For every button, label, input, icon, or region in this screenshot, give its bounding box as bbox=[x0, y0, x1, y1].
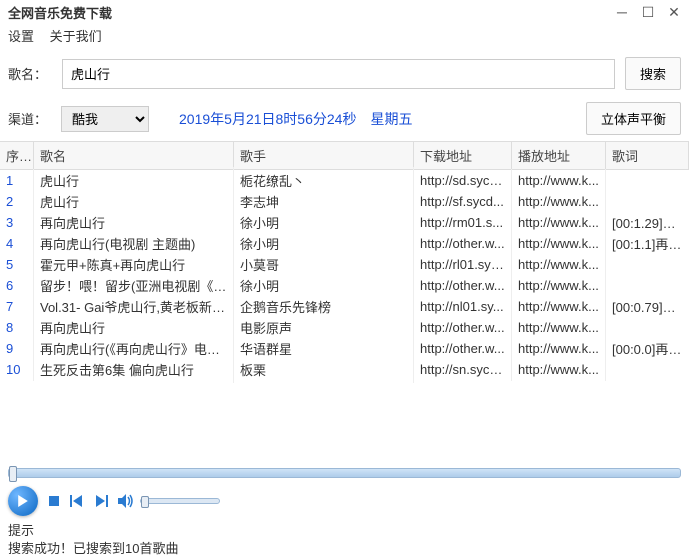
cell-play: http://www.k... bbox=[512, 232, 606, 255]
col-header-singer[interactable]: 歌手 bbox=[234, 142, 414, 169]
cell-download: http://other.w... bbox=[414, 232, 512, 255]
cell-idx: 8 bbox=[0, 316, 34, 339]
cell-idx: 1 bbox=[0, 169, 34, 192]
col-header-lyrics[interactable]: 歌词 bbox=[606, 142, 689, 169]
menu-about[interactable]: 关于我们 bbox=[50, 29, 102, 44]
cell-idx: 7 bbox=[0, 295, 34, 318]
volume-slider[interactable] bbox=[140, 498, 220, 504]
cell-lyrics bbox=[606, 177, 689, 185]
cell-play: http://www.k... bbox=[512, 274, 606, 297]
seek-thumb[interactable] bbox=[9, 466, 17, 482]
table-row[interactable]: 10生死反击第6集 偏向虎山行板栗http://sn.sycd...http:/… bbox=[0, 359, 689, 380]
cell-download: http://other.w... bbox=[414, 337, 512, 360]
search-input[interactable] bbox=[62, 59, 615, 89]
search-button[interactable]: 搜索 bbox=[625, 57, 681, 90]
cell-lyrics: [00:1.1]再向... bbox=[606, 230, 689, 257]
cell-play: http://www.k... bbox=[512, 169, 606, 192]
status-label: 提示 bbox=[8, 522, 681, 540]
cell-idx: 9 bbox=[0, 337, 34, 360]
cell-download: http://sf.sycd... bbox=[414, 190, 512, 213]
status-message: 搜索成功！已搜索到10首歌曲 bbox=[8, 540, 681, 558]
cell-download: http://other.w... bbox=[414, 316, 512, 339]
datetime-display: 2019年5月21日8时56分24秒 星期五 bbox=[179, 109, 412, 129]
cell-lyrics bbox=[606, 198, 689, 206]
cell-idx: 2 bbox=[0, 190, 34, 213]
search-label: 歌名： bbox=[8, 64, 52, 83]
col-header-download[interactable]: 下载地址 bbox=[414, 142, 512, 169]
cell-lyrics: [00:0.79]此歌... bbox=[606, 293, 689, 320]
window-title: 全网音乐免费下载 bbox=[8, 3, 615, 22]
close-button[interactable]: ✕ bbox=[667, 5, 681, 19]
results-table: 序号 歌名 歌手 下载地址 播放地址 歌词 1虎山行栀花缭乱丶http://sd… bbox=[0, 141, 689, 380]
play-button[interactable] bbox=[8, 486, 38, 516]
cell-download: http://sd.sycd... bbox=[414, 169, 512, 192]
maximize-button[interactable]: ☐ bbox=[641, 5, 655, 19]
cell-idx: 4 bbox=[0, 232, 34, 255]
volume-icon[interactable] bbox=[118, 494, 134, 508]
cell-play: http://www.k... bbox=[512, 211, 606, 234]
menu-settings[interactable]: 设置 bbox=[8, 29, 34, 44]
cell-download: http://sn.sycd... bbox=[414, 358, 512, 381]
seek-slider[interactable] bbox=[8, 468, 681, 478]
cell-download: http://rl01.syc... bbox=[414, 253, 512, 276]
cell-lyrics: [00:0.0]再向... bbox=[606, 335, 689, 362]
volume-thumb[interactable] bbox=[141, 496, 149, 508]
cell-download: http://other.w... bbox=[414, 274, 512, 297]
cell-play: http://www.k... bbox=[512, 337, 606, 360]
channel-select[interactable]: 酷我 bbox=[61, 106, 149, 132]
cell-name: 生死反击第6集 偏向虎山行 bbox=[34, 356, 234, 383]
cell-idx: 3 bbox=[0, 211, 34, 234]
col-header-play[interactable]: 播放地址 bbox=[512, 142, 606, 169]
cell-lyrics bbox=[606, 282, 689, 290]
cell-idx: 6 bbox=[0, 274, 34, 297]
cell-play: http://www.k... bbox=[512, 358, 606, 381]
cell-play: http://www.k... bbox=[512, 316, 606, 339]
cell-lyrics bbox=[606, 366, 689, 374]
cell-download: http://nl01.sy... bbox=[414, 295, 512, 318]
cell-play: http://www.k... bbox=[512, 295, 606, 318]
minimize-button[interactable]: ─ bbox=[615, 5, 629, 19]
cell-idx: 5 bbox=[0, 253, 34, 276]
cell-play: http://www.k... bbox=[512, 190, 606, 213]
col-header-index[interactable]: 序号 bbox=[0, 142, 34, 169]
cell-lyrics bbox=[606, 324, 689, 332]
stop-button[interactable] bbox=[48, 495, 60, 507]
cell-singer: 板栗 bbox=[234, 356, 414, 383]
cell-lyrics bbox=[606, 261, 689, 269]
channel-label: 渠道： bbox=[8, 109, 47, 128]
cell-play: http://www.k... bbox=[512, 253, 606, 276]
next-button[interactable] bbox=[94, 495, 108, 507]
cell-download: http://rm01.s... bbox=[414, 211, 512, 234]
stereo-balance-button[interactable]: 立体声平衡 bbox=[586, 102, 681, 135]
col-header-name[interactable]: 歌名 bbox=[34, 142, 234, 169]
prev-button[interactable] bbox=[70, 495, 84, 507]
cell-idx: 10 bbox=[0, 358, 34, 381]
